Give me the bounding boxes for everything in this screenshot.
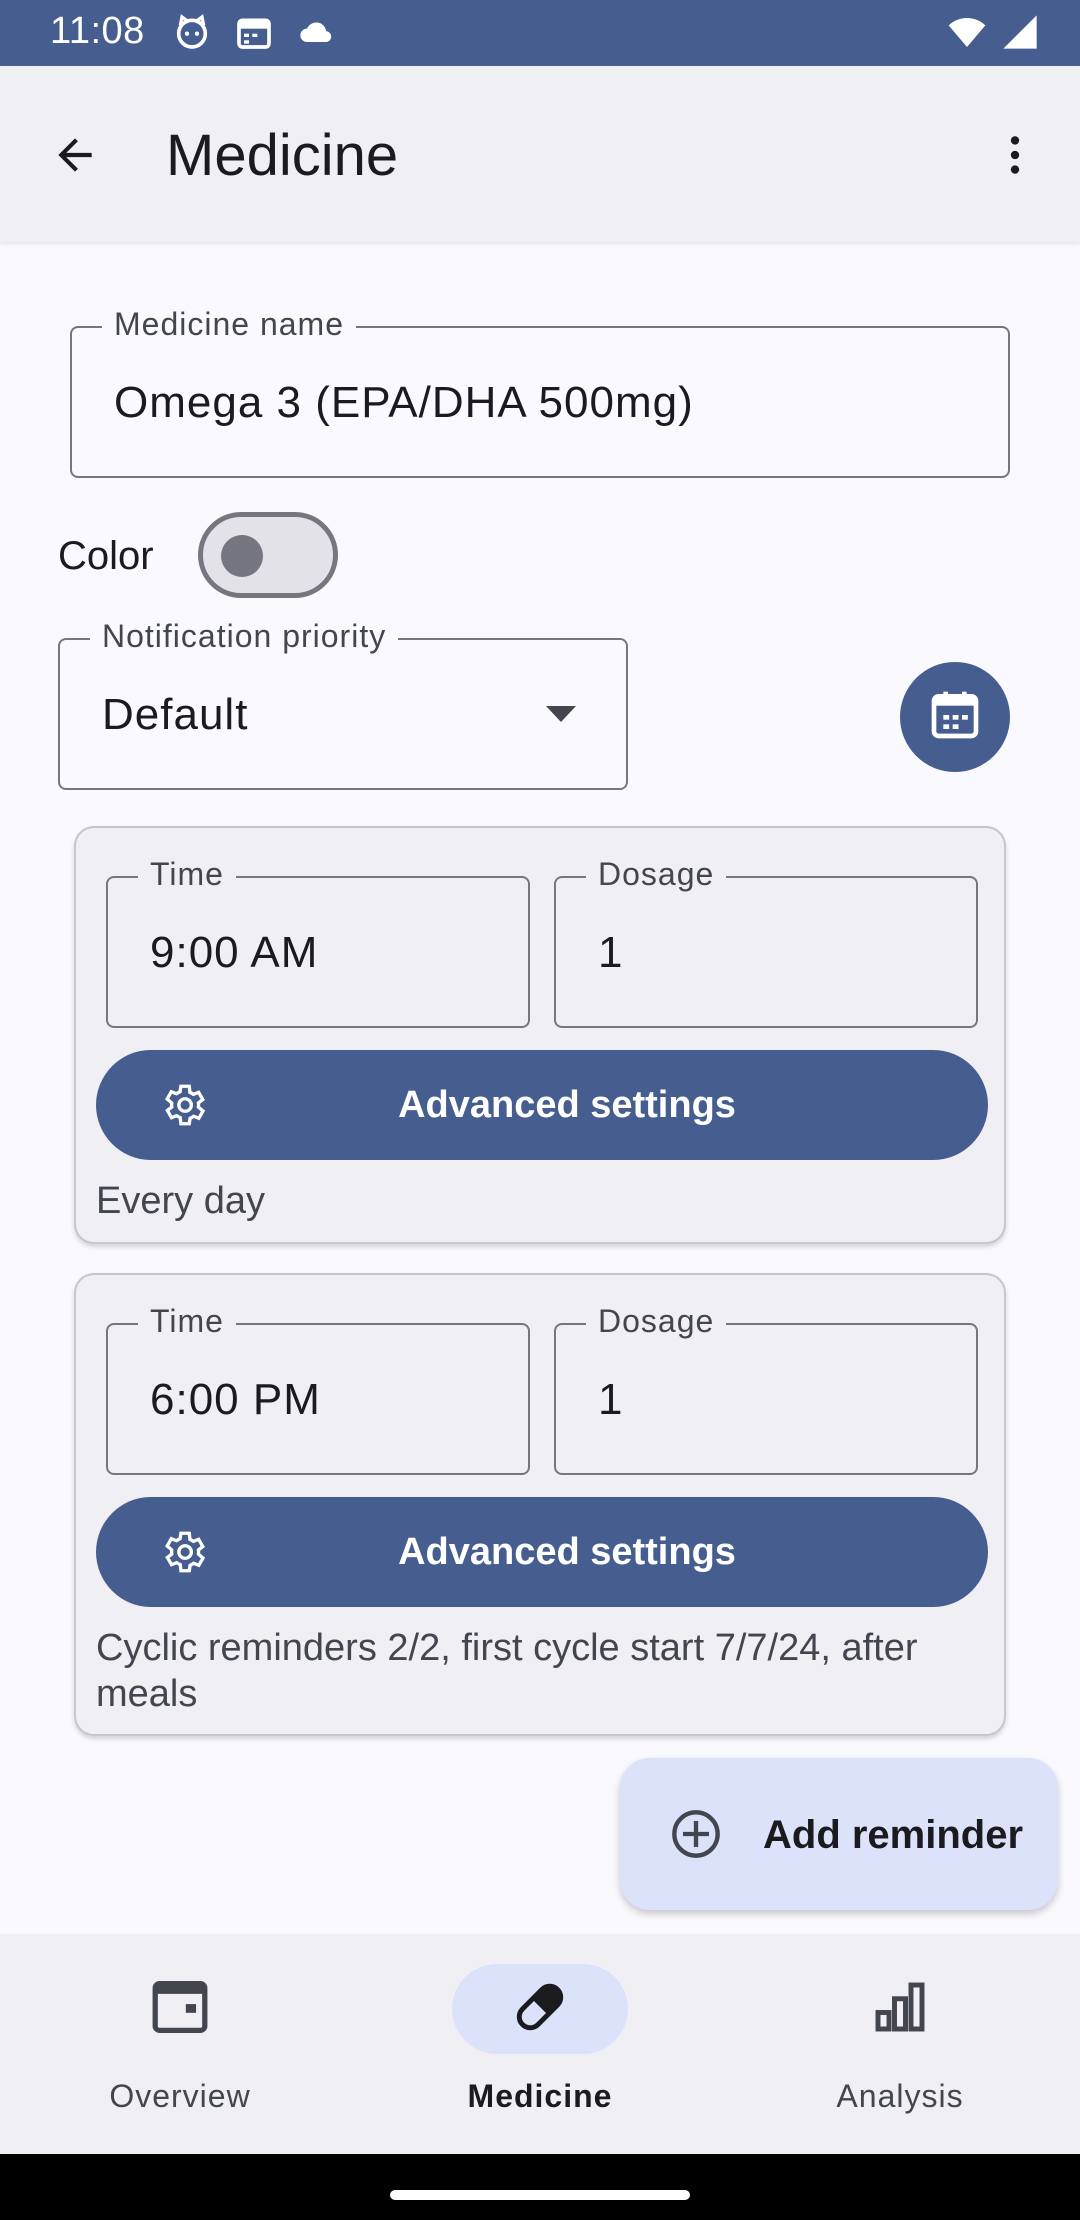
- home-gesture-handle[interactable]: [390, 2190, 690, 2200]
- system-gesture-bar: [0, 2154, 1080, 2220]
- status-bar: 11:08: [0, 0, 1080, 66]
- notification-priority-label: Notification priority: [90, 618, 399, 655]
- time-field[interactable]: Time 9:00 AM: [106, 856, 530, 1028]
- nav-label-analysis: Analysis: [836, 2078, 964, 2114]
- notification-priority-dropdown[interactable]: Notification priority Default: [58, 618, 628, 790]
- more-vert-icon: [990, 130, 1040, 185]
- reminder-card: Time 9:00 AM Dosage 1 Advanced settings …: [74, 826, 1006, 1244]
- time-field[interactable]: Time 6:00 PM: [106, 1303, 530, 1475]
- time-label: Time: [138, 1303, 236, 1340]
- nav-icon-container: [92, 1964, 268, 2054]
- bar-chart-icon: [867, 1974, 933, 2045]
- advanced-settings-button[interactable]: Advanced settings: [96, 1497, 988, 1607]
- medicine-name-value: Omega 3 (EPA/DHA 500mg): [114, 378, 694, 427]
- status-icons-right: [946, 12, 1040, 57]
- status-icons-left: [172, 12, 338, 57]
- dosage-label: Dosage: [586, 1303, 727, 1340]
- dropdown-arrow-icon: [544, 702, 578, 731]
- nav-icon-container: [452, 1964, 628, 2054]
- time-value: 6:00 PM: [150, 1375, 321, 1424]
- nav-label-overview: Overview: [109, 2078, 251, 2114]
- calendar-icon: [927, 687, 983, 748]
- notification-priority-value: Default: [102, 690, 249, 739]
- dosage-field[interactable]: Dosage 1: [554, 856, 978, 1028]
- dosage-value: 1: [598, 928, 624, 977]
- pill-icon: [507, 1974, 573, 2045]
- add-circle-icon: [670, 1808, 722, 1865]
- toggle-knob: [221, 535, 263, 577]
- calendar-button[interactable]: [900, 662, 1010, 772]
- advanced-settings-label: Advanced settings: [398, 1084, 736, 1126]
- dosage-label: Dosage: [586, 856, 727, 893]
- nav-item-analysis[interactable]: Analysis: [720, 1934, 1080, 2154]
- color-toggle[interactable]: [198, 512, 338, 598]
- color-label: Color: [58, 534, 154, 578]
- page-title: Medicine: [166, 123, 399, 188]
- cellular-signal-icon: [1000, 12, 1040, 57]
- advanced-settings-label: Advanced settings: [398, 1531, 736, 1573]
- wifi-icon: [946, 12, 988, 57]
- advanced-settings-button[interactable]: Advanced settings: [96, 1050, 988, 1160]
- reminder-description: Cyclic reminders 2/2, first cycle start …: [96, 1627, 918, 1715]
- dosage-value: 1: [598, 1375, 624, 1424]
- calendar-status-icon: [234, 12, 274, 57]
- add-reminder-button[interactable]: Add reminder: [620, 1758, 1058, 1910]
- medicine-name-field[interactable]: Medicine name Omega 3 (EPA/DHA 500mg): [70, 306, 1010, 478]
- reminder-card: Time 6:00 PM Dosage 1 Advanced settings …: [74, 1273, 1006, 1736]
- back-button[interactable]: [40, 122, 110, 192]
- nav-item-overview[interactable]: Overview: [0, 1934, 360, 2154]
- status-time: 11:08: [50, 10, 145, 52]
- cat-face-icon: [172, 12, 212, 57]
- arrow-back-icon: [50, 130, 100, 185]
- more-options-button[interactable]: [980, 122, 1050, 192]
- top-app-bar: Medicine: [0, 66, 1080, 242]
- add-reminder-label: Add reminder: [763, 1813, 1024, 1857]
- nav-label-medicine: Medicine: [467, 2078, 613, 2114]
- time-label: Time: [138, 856, 236, 893]
- bottom-navigation: Overview Medicine Analysis: [0, 1934, 1080, 2154]
- nav-item-medicine[interactable]: Medicine: [360, 1934, 720, 2154]
- medicine-name-label: Medicine name: [102, 306, 356, 343]
- reminder-description: Every day: [96, 1180, 265, 1222]
- cloud-icon: [296, 12, 338, 57]
- time-value: 9:00 AM: [150, 928, 319, 977]
- calendar-today-icon: [145, 1972, 215, 2047]
- nav-icon-container: [812, 1964, 988, 2054]
- dosage-field[interactable]: Dosage 1: [554, 1303, 978, 1475]
